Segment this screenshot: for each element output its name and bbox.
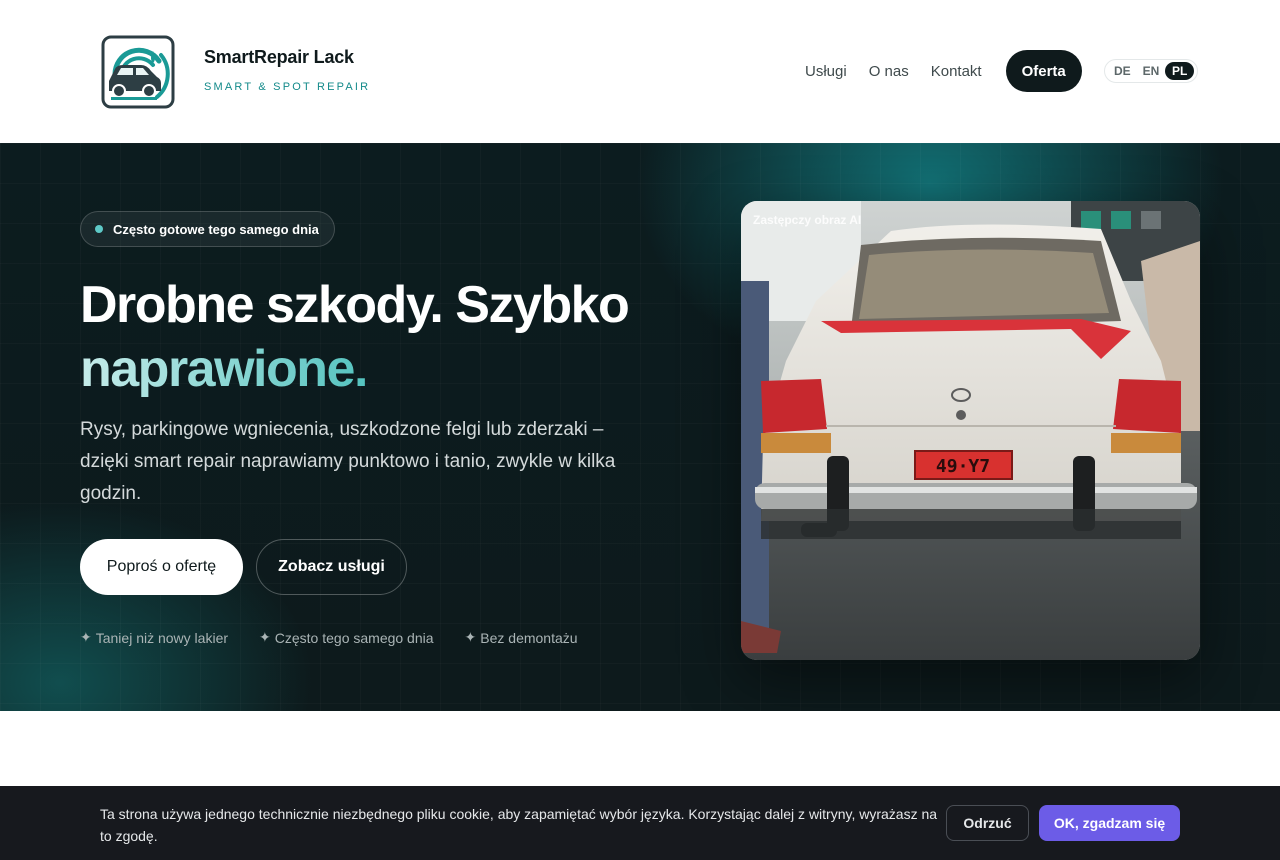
perk-item: ✦ Taniej niż nowy lakier: [80, 629, 228, 646]
lang-option-de[interactable]: DE: [1108, 62, 1137, 80]
nav-link-services[interactable]: Usługi: [805, 63, 847, 80]
hero-title-main: Drobne szkody. Szybko: [80, 276, 630, 334]
cookie-accept-button[interactable]: OK, zgadzam się: [1039, 805, 1180, 841]
ai-image-caption: Zastępczy obraz AI: [753, 213, 862, 227]
same-day-badge: Często gotowe tego samego dnia: [80, 211, 335, 247]
hero-section: Często gotowe tego samego dnia Drobne sz…: [0, 143, 1280, 711]
lang-option-en[interactable]: EN: [1137, 62, 1166, 80]
sparkle-icon: ✦: [80, 629, 92, 645]
nav-link-about[interactable]: O nas: [869, 63, 909, 80]
logo-car-repair-icon[interactable]: [101, 35, 175, 109]
see-services-button[interactable]: Zobacz usługi: [256, 539, 407, 595]
perks-list: ✦ Taniej niż nowy lakier ✦ Często tego s…: [80, 629, 609, 646]
cookie-text: Ta strona używa jednego technicznie niez…: [100, 806, 938, 844]
license-plate-text: 49·Y7: [936, 456, 990, 477]
lang-option-pl[interactable]: PL: [1165, 62, 1195, 80]
nav-offer-button[interactable]: Oferta: [1005, 50, 1082, 92]
sparkle-icon: ✦: [259, 629, 271, 645]
perk-item: ✦ Bez demontażu: [465, 629, 578, 646]
sparkle-icon: ✦: [464, 629, 477, 645]
nav-link-contact[interactable]: Kontakt: [931, 63, 982, 80]
badge-label: Często gotowe tego samego dnia: [113, 221, 319, 237]
hero-title: Drobne szkody. Szybko naprawione.: [80, 273, 720, 401]
status-dot-icon: [95, 225, 103, 233]
hero-lead: Rysy, parkingowe wgniecenia, uszkodzone …: [80, 419, 616, 504]
hero-car-photo: 49·Y7 Zastępczy obraz AI: [741, 201, 1200, 660]
perk-item: ✦ Często tego samego dnia: [259, 629, 434, 646]
site-header: SmartRepair Lack SMART & SPOT REPAIR Usł…: [0, 0, 1280, 143]
hero-title-accent: naprawione.: [80, 340, 368, 398]
main-nav: Usługi O nas Kontakt Oferta: [805, 50, 1104, 92]
request-offer-button[interactable]: Poproś o ofertę: [80, 539, 243, 595]
brand-tagline: SMART & SPOT REPAIR: [204, 81, 371, 93]
cookie-refuse-button[interactable]: Odrzuć: [946, 805, 1029, 841]
language-switcher: DE EN PL: [1104, 59, 1198, 83]
car-illustration: 49·Y7: [741, 201, 1200, 660]
cookie-banner: Ta strona używa jednego technicznie niez…: [0, 786, 1280, 860]
perk-label: Bez demontażu: [480, 629, 578, 646]
brand-name[interactable]: SmartRepair Lack: [204, 47, 354, 68]
perk-label: Często tego samego dnia: [274, 629, 434, 646]
perk-label: Taniej niż nowy lakier: [95, 629, 229, 646]
